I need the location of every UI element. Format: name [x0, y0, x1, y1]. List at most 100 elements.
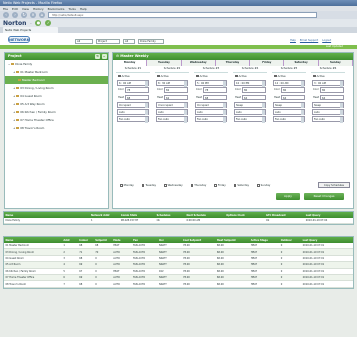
active-checkbox[interactable]: Active	[233, 73, 267, 79]
copy-day-friday[interactable]: Friday	[212, 183, 226, 189]
copy-day-monday[interactable]: Monday	[118, 183, 134, 189]
copy-day-wednesday[interactable]: Wednesday	[162, 183, 183, 189]
menu-edit[interactable]: Edit	[12, 7, 18, 11]
column-header[interactable]: Last Query	[301, 239, 353, 242]
occ-select[interactable]: Occupied	[195, 101, 227, 109]
cool-setpoint-field[interactable]: Cool 82	[156, 87, 188, 93]
heat-setpoint-field[interactable]: Heat 64	[273, 94, 305, 101]
heat-setpoint-field[interactable]: Heat 64	[234, 94, 266, 101]
tree-item[interactable]: + 05 Art Way Room	[5, 100, 108, 108]
heat-setpoint-field[interactable]: Heat 62	[156, 94, 188, 101]
column-header[interactable]: Active Stage	[249, 239, 279, 242]
copy-day-sunday[interactable]: Sunday	[255, 183, 270, 189]
chevron-down-icon[interactable]	[223, 117, 226, 123]
active-checkbox[interactable]: Active	[311, 73, 345, 79]
logout-link[interactable]: Logout	[322, 39, 331, 42]
copy-day-tuesday[interactable]: Tuesday	[140, 183, 156, 189]
column-header[interactable]: Outdoor	[279, 239, 301, 242]
chevron-down-icon[interactable]	[223, 109, 226, 116]
mode-select[interactable]: Auto	[234, 108, 266, 116]
copy-day-saturday[interactable]: Saturday	[232, 183, 249, 189]
heat-setpoint-field[interactable]: Heat 68	[117, 94, 149, 101]
chevron-down-icon[interactable]	[145, 109, 148, 116]
fan-select[interactable]: Fan Auto	[312, 116, 344, 123]
checkbox-icon[interactable]	[214, 184, 217, 187]
mode-select[interactable]: Auto	[117, 108, 149, 116]
column-header[interactable]: Heat Setpoint	[215, 239, 249, 242]
cool-setpoint-field[interactable]: Cool 78	[195, 87, 227, 93]
spinner-icon[interactable]	[262, 81, 265, 87]
tree-item[interactable]: Master Bedroom	[5, 76, 108, 84]
collapse-icon[interactable]: −	[101, 54, 107, 59]
occ-select[interactable]: Sleep	[312, 101, 344, 109]
url-field[interactable]: http://netix/default.aspx	[48, 12, 317, 18]
menu-tools[interactable]: Tools	[68, 7, 75, 11]
fan-select[interactable]: Fan Auto	[195, 116, 227, 123]
checkbox-icon[interactable]	[257, 184, 260, 187]
chevron-down-icon[interactable]	[145, 117, 148, 123]
spinner-icon[interactable]	[223, 81, 226, 87]
menu-view[interactable]: View	[22, 7, 29, 11]
checkbox-icon[interactable]	[233, 184, 237, 187]
chevron-down-icon[interactable]	[340, 109, 343, 116]
chevron-down-icon[interactable]	[262, 117, 265, 123]
filter-select-2[interactable]: Project	[96, 39, 120, 44]
checkbox-icon[interactable]	[235, 74, 238, 78]
filter-select-3[interactable]: All	[123, 39, 135, 44]
time-field[interactable]: 12 : 00 AM	[273, 80, 305, 87]
checkbox-icon[interactable]	[141, 184, 145, 187]
mode-select[interactable]: Auto	[156, 108, 188, 116]
menu-file[interactable]: File	[3, 7, 8, 11]
checkbox-icon[interactable]	[190, 184, 194, 187]
chevron-down-icon[interactable]	[301, 117, 304, 123]
column-header[interactable]: Cool Setpoint	[181, 239, 215, 242]
copy-day-thursday[interactable]: Thursday	[189, 183, 206, 189]
tree-item[interactable]: + 06 Kitchen / Family Room	[5, 108, 108, 116]
chevron-down-icon[interactable]	[184, 117, 187, 123]
chevron-down-icon[interactable]	[184, 102, 187, 109]
spinner-icon[interactable]	[301, 81, 304, 87]
column-header[interactable]: Name	[4, 214, 90, 217]
copy-schedules-button[interactable]: Copy Schedules	[318, 182, 350, 188]
active-checkbox[interactable]: Active	[116, 73, 150, 79]
column-header[interactable]: Mode	[112, 239, 132, 242]
fan-select[interactable]: Fan Auto	[117, 116, 149, 123]
tree-item[interactable]: + 03 Dining / Living Room	[5, 84, 108, 92]
table-row[interactable]: 08 Trevor's Room 7 68 0 AUTO FAN AUTO NIGHT 78.…	[4, 281, 353, 288]
fan-select[interactable]: Fan Auto	[273, 116, 305, 123]
time-field[interactable]: 10 : 00 PM	[234, 80, 266, 87]
chevron-down-icon[interactable]	[301, 102, 304, 109]
time-field[interactable]: 6 : 00 AM	[117, 80, 149, 87]
checkbox-icon[interactable]	[157, 74, 160, 78]
mode-select[interactable]: Auto	[273, 108, 305, 116]
occ-select[interactable]: Occupied	[117, 101, 149, 109]
active-checkbox[interactable]: Active	[272, 73, 306, 79]
forward-icon[interactable]: ›	[12, 12, 18, 18]
chevron-down-icon[interactable]	[184, 109, 187, 116]
column-header[interactable]: Network Addr	[90, 214, 120, 217]
time-field[interactable]: 3 : 00 AM	[312, 80, 344, 87]
column-header[interactable]: Setpoint	[94, 239, 112, 242]
filter-select-1[interactable]: All	[75, 39, 93, 44]
norton-safe-web-icon[interactable]: ✓	[45, 20, 52, 26]
chevron-down-icon[interactable]	[262, 109, 265, 116]
column-header[interactable]: Schedules	[155, 214, 185, 217]
reset-changes-button[interactable]: Reset Changes	[304, 193, 344, 200]
tree-item[interactable]: + 08 Trevor's Room	[5, 124, 108, 132]
checkbox-icon[interactable]	[120, 184, 123, 187]
menu-history[interactable]: History	[33, 7, 44, 11]
chevron-down-icon[interactable]	[223, 102, 226, 109]
column-header[interactable]: Next Schedule	[185, 214, 225, 217]
column-header[interactable]: Name	[4, 239, 62, 242]
column-header[interactable]: GTC Broadcast	[264, 214, 304, 217]
cool-setpoint-field[interactable]: Cool 78	[117, 87, 149, 93]
chevron-down-icon[interactable]	[340, 102, 343, 109]
menu-help[interactable]: Help	[80, 7, 87, 11]
checkbox-icon[interactable]	[313, 74, 316, 78]
apply-button[interactable]: Apply	[276, 193, 300, 200]
filter-select-4[interactable]: Dixie Family	[138, 39, 164, 44]
column-header[interactable]: Fan	[132, 239, 158, 242]
chevron-down-icon[interactable]	[262, 102, 265, 109]
reload-icon[interactable]: ↻	[21, 12, 27, 18]
column-header[interactable]: Options Clock	[225, 214, 265, 217]
